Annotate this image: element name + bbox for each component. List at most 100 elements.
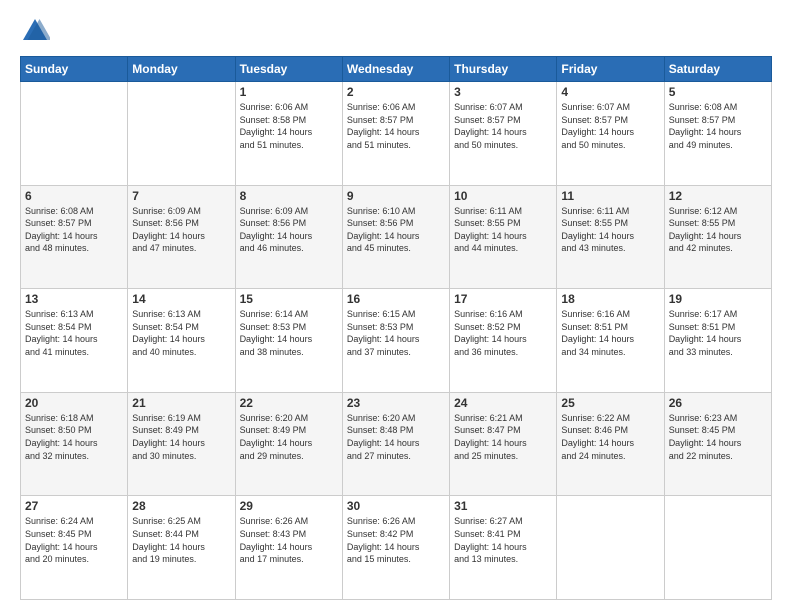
day-info: Sunrise: 6:20 AMSunset: 8:48 PMDaylight:… bbox=[347, 412, 445, 462]
day-info: Sunrise: 6:20 AMSunset: 8:49 PMDaylight:… bbox=[240, 412, 338, 462]
day-number: 31 bbox=[454, 499, 552, 513]
calendar-cell: 14Sunrise: 6:13 AMSunset: 8:54 PMDayligh… bbox=[128, 289, 235, 393]
calendar-cell: 6 Sunrise: 6:08 AMSunset: 8:57 PMDaylight… bbox=[21, 185, 128, 289]
calendar-cell: 1 Sunrise: 6:06 AMSunset: 8:58 PMDaylight… bbox=[235, 82, 342, 186]
calendar-cell bbox=[21, 82, 128, 186]
day-number: 30 bbox=[347, 499, 445, 513]
day-info: Sunrise: 6:16 AMSunset: 8:52 PMDaylight:… bbox=[454, 308, 552, 358]
day-number: 27 bbox=[25, 499, 123, 513]
calendar-cell: 27 Sunrise: 6:24 AMSunset: 8:45 PMDayligh… bbox=[21, 496, 128, 600]
calendar-week-row: 27 Sunrise: 6:24 AMSunset: 8:45 PMDayligh… bbox=[21, 496, 772, 600]
calendar-week-row: 20Sunrise: 6:18 AMSunset: 8:50 PMDayligh… bbox=[21, 392, 772, 496]
day-info: Sunrise: 6:27 AMSunset: 8:41 PMDaylight:… bbox=[454, 515, 552, 565]
day-info: Sunrise: 6:08 AMSunset: 8:57 PMDaylight:… bbox=[25, 205, 123, 255]
day-info: Sunrise: 6:23 AMSunset: 8:45 PMDaylight:… bbox=[669, 412, 767, 462]
day-info: Sunrise: 6:10 AMSunset: 8:56 PMDaylight:… bbox=[347, 205, 445, 255]
day-number: 1 bbox=[240, 85, 338, 99]
logo-icon bbox=[20, 16, 50, 46]
day-number: 4 bbox=[561, 85, 659, 99]
day-info: Sunrise: 6:17 AMSunset: 8:51 PMDaylight:… bbox=[669, 308, 767, 358]
day-info: Sunrise: 6:13 AMSunset: 8:54 PMDaylight:… bbox=[25, 308, 123, 358]
day-info: Sunrise: 6:26 AMSunset: 8:43 PMDaylight:… bbox=[240, 515, 338, 565]
calendar-cell: 15 Sunrise: 6:14 AMSunset: 8:53 PMDayligh… bbox=[235, 289, 342, 393]
day-info: Sunrise: 6:21 AMSunset: 8:47 PMDaylight:… bbox=[454, 412, 552, 462]
calendar-week-row: 1 Sunrise: 6:06 AMSunset: 8:58 PMDaylight… bbox=[21, 82, 772, 186]
calendar-cell: 29Sunrise: 6:26 AMSunset: 8:43 PMDayligh… bbox=[235, 496, 342, 600]
calendar-day-header: Monday bbox=[128, 57, 235, 82]
day-info: Sunrise: 6:07 AMSunset: 8:57 PMDaylight:… bbox=[561, 101, 659, 151]
day-info: Sunrise: 6:09 AMSunset: 8:56 PMDaylight:… bbox=[240, 205, 338, 255]
day-info: Sunrise: 6:16 AMSunset: 8:51 PMDaylight:… bbox=[561, 308, 659, 358]
day-number: 15 bbox=[240, 292, 338, 306]
calendar-cell: 20Sunrise: 6:18 AMSunset: 8:50 PMDayligh… bbox=[21, 392, 128, 496]
logo bbox=[20, 16, 54, 46]
day-number: 2 bbox=[347, 85, 445, 99]
day-info: Sunrise: 6:24 AMSunset: 8:45 PMDaylight:… bbox=[25, 515, 123, 565]
day-number: 12 bbox=[669, 189, 767, 203]
page: SundayMondayTuesdayWednesdayThursdayFrid… bbox=[0, 0, 792, 612]
calendar-cell: 22 Sunrise: 6:20 AMSunset: 8:49 PMDayligh… bbox=[235, 392, 342, 496]
day-number: 23 bbox=[347, 396, 445, 410]
day-info: Sunrise: 6:14 AMSunset: 8:53 PMDaylight:… bbox=[240, 308, 338, 358]
calendar-day-header: Tuesday bbox=[235, 57, 342, 82]
day-number: 25 bbox=[561, 396, 659, 410]
calendar-cell: 16 Sunrise: 6:15 AMSunset: 8:53 PMDayligh… bbox=[342, 289, 449, 393]
day-number: 22 bbox=[240, 396, 338, 410]
calendar-cell: 24 Sunrise: 6:21 AMSunset: 8:47 PMDayligh… bbox=[450, 392, 557, 496]
day-number: 5 bbox=[669, 85, 767, 99]
calendar-cell: 13 Sunrise: 6:13 AMSunset: 8:54 PMDayligh… bbox=[21, 289, 128, 393]
calendar-cell: 8 Sunrise: 6:09 AMSunset: 8:56 PMDaylight… bbox=[235, 185, 342, 289]
calendar-cell: 17Sunrise: 6:16 AMSunset: 8:52 PMDayligh… bbox=[450, 289, 557, 393]
calendar-cell: 25 Sunrise: 6:22 AMSunset: 8:46 PMDayligh… bbox=[557, 392, 664, 496]
header bbox=[20, 16, 772, 46]
day-number: 13 bbox=[25, 292, 123, 306]
calendar-day-header: Wednesday bbox=[342, 57, 449, 82]
day-number: 16 bbox=[347, 292, 445, 306]
day-info: Sunrise: 6:25 AMSunset: 8:44 PMDaylight:… bbox=[132, 515, 230, 565]
calendar-cell: 31 Sunrise: 6:27 AMSunset: 8:41 PMDayligh… bbox=[450, 496, 557, 600]
day-info: Sunrise: 6:11 AMSunset: 8:55 PMDaylight:… bbox=[454, 205, 552, 255]
day-info: Sunrise: 6:11 AMSunset: 8:55 PMDaylight:… bbox=[561, 205, 659, 255]
calendar-day-header: Saturday bbox=[664, 57, 771, 82]
calendar-cell: 5 Sunrise: 6:08 AMSunset: 8:57 PMDaylight… bbox=[664, 82, 771, 186]
day-info: Sunrise: 6:12 AMSunset: 8:55 PMDaylight:… bbox=[669, 205, 767, 255]
day-info: Sunrise: 6:06 AMSunset: 8:58 PMDaylight:… bbox=[240, 101, 338, 151]
calendar-cell bbox=[128, 82, 235, 186]
day-number: 18 bbox=[561, 292, 659, 306]
day-info: Sunrise: 6:06 AMSunset: 8:57 PMDaylight:… bbox=[347, 101, 445, 151]
day-info: Sunrise: 6:22 AMSunset: 8:46 PMDaylight:… bbox=[561, 412, 659, 462]
day-number: 28 bbox=[132, 499, 230, 513]
calendar-cell: 10Sunrise: 6:11 AMSunset: 8:55 PMDayligh… bbox=[450, 185, 557, 289]
day-number: 7 bbox=[132, 189, 230, 203]
day-number: 14 bbox=[132, 292, 230, 306]
calendar-cell bbox=[664, 496, 771, 600]
day-number: 26 bbox=[669, 396, 767, 410]
day-number: 19 bbox=[669, 292, 767, 306]
calendar-cell: 19 Sunrise: 6:17 AMSunset: 8:51 PMDayligh… bbox=[664, 289, 771, 393]
calendar-cell: 30 Sunrise: 6:26 AMSunset: 8:42 PMDayligh… bbox=[342, 496, 449, 600]
calendar-cell: 3Sunrise: 6:07 AMSunset: 8:57 PMDaylight… bbox=[450, 82, 557, 186]
day-info: Sunrise: 6:15 AMSunset: 8:53 PMDaylight:… bbox=[347, 308, 445, 358]
calendar-cell bbox=[557, 496, 664, 600]
calendar-day-header: Thursday bbox=[450, 57, 557, 82]
calendar-day-header: Sunday bbox=[21, 57, 128, 82]
calendar-table: SundayMondayTuesdayWednesdayThursdayFrid… bbox=[20, 56, 772, 600]
day-number: 6 bbox=[25, 189, 123, 203]
calendar-cell: 7Sunrise: 6:09 AMSunset: 8:56 PMDaylight… bbox=[128, 185, 235, 289]
calendar-week-row: 6 Sunrise: 6:08 AMSunset: 8:57 PMDaylight… bbox=[21, 185, 772, 289]
calendar-cell: 4 Sunrise: 6:07 AMSunset: 8:57 PMDaylight… bbox=[557, 82, 664, 186]
day-info: Sunrise: 6:08 AMSunset: 8:57 PMDaylight:… bbox=[669, 101, 767, 151]
day-info: Sunrise: 6:07 AMSunset: 8:57 PMDaylight:… bbox=[454, 101, 552, 151]
day-number: 11 bbox=[561, 189, 659, 203]
day-info: Sunrise: 6:19 AMSunset: 8:49 PMDaylight:… bbox=[132, 412, 230, 462]
day-number: 9 bbox=[347, 189, 445, 203]
calendar-header-row: SundayMondayTuesdayWednesdayThursdayFrid… bbox=[21, 57, 772, 82]
calendar-week-row: 13 Sunrise: 6:13 AMSunset: 8:54 PMDayligh… bbox=[21, 289, 772, 393]
calendar-cell: 18 Sunrise: 6:16 AMSunset: 8:51 PMDayligh… bbox=[557, 289, 664, 393]
calendar-cell: 23 Sunrise: 6:20 AMSunset: 8:48 PMDayligh… bbox=[342, 392, 449, 496]
calendar-cell: 11 Sunrise: 6:11 AMSunset: 8:55 PMDayligh… bbox=[557, 185, 664, 289]
day-info: Sunrise: 6:26 AMSunset: 8:42 PMDaylight:… bbox=[347, 515, 445, 565]
day-number: 24 bbox=[454, 396, 552, 410]
day-number: 8 bbox=[240, 189, 338, 203]
calendar-cell: 28 Sunrise: 6:25 AMSunset: 8:44 PMDayligh… bbox=[128, 496, 235, 600]
